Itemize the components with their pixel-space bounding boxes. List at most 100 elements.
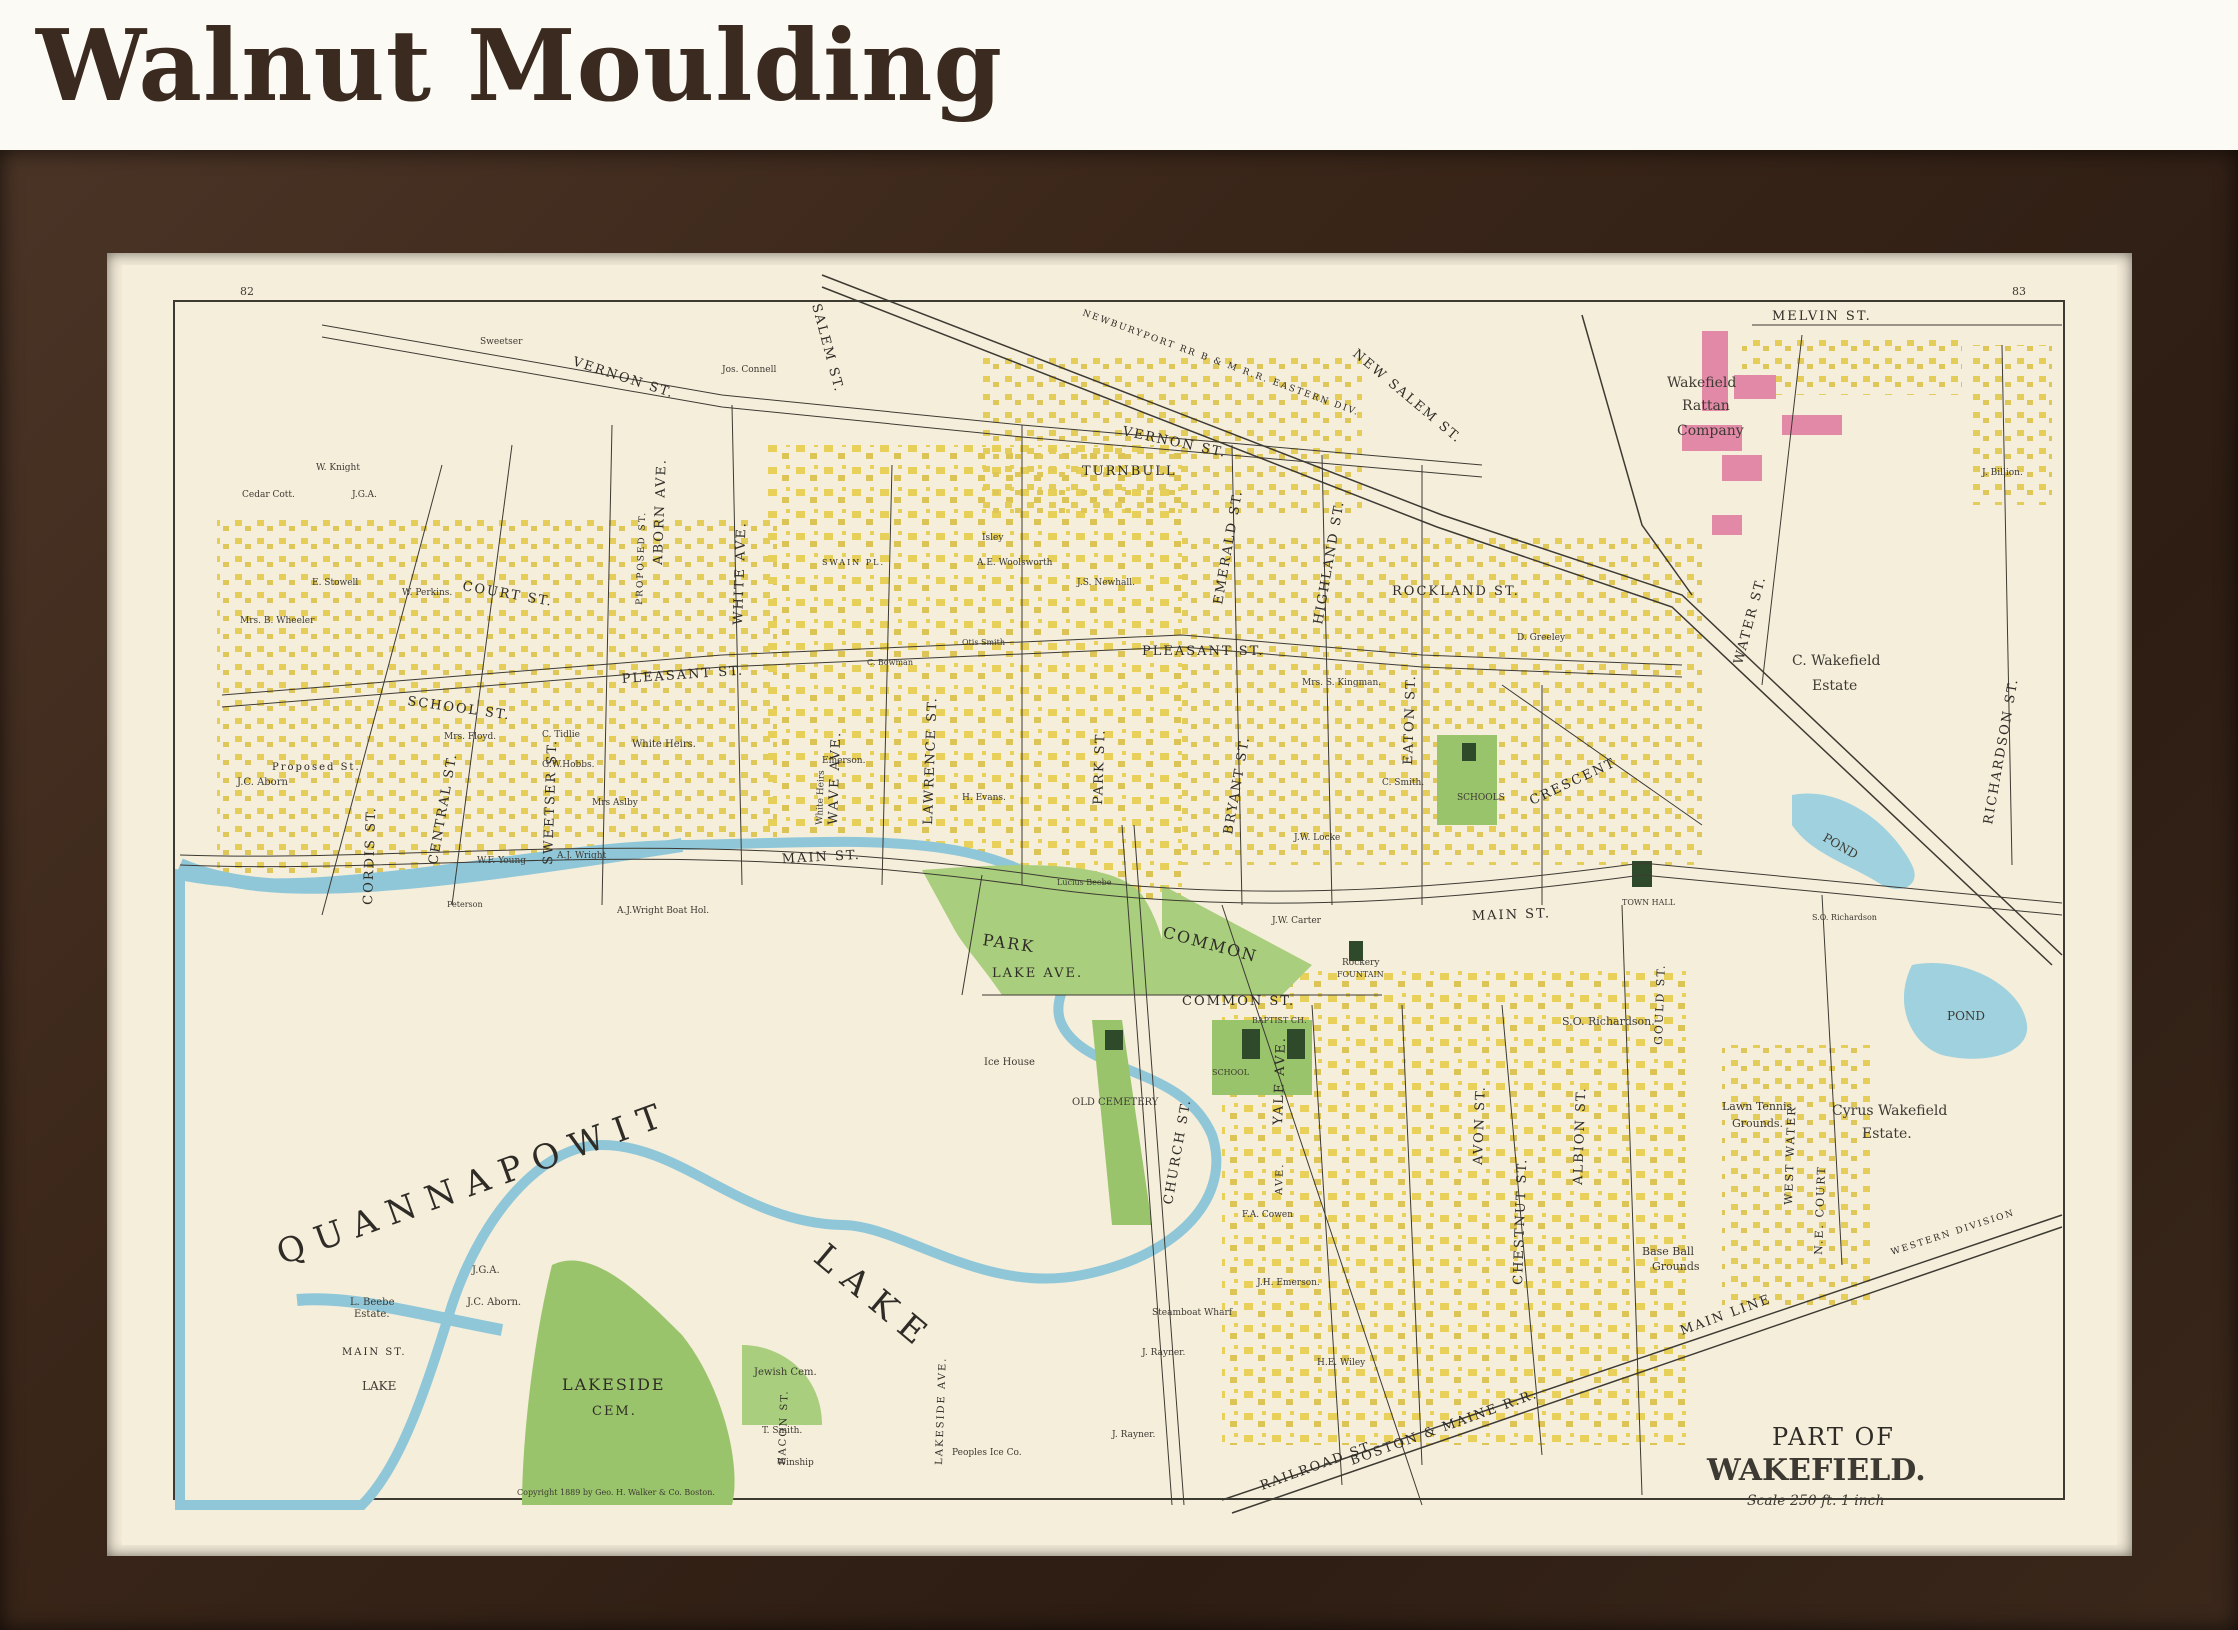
lake-label-2: LAKE bbox=[806, 1236, 943, 1360]
f-a-cowen-label: F.A. Cowen bbox=[1242, 1210, 1293, 1220]
ave-label: AVE. bbox=[1274, 1162, 1286, 1196]
c-bowman-label: C. Bowman bbox=[867, 658, 913, 667]
white-heirs2-label: White Heirs bbox=[815, 770, 827, 825]
melvin-st-label: MELVIN ST. bbox=[1772, 309, 1872, 324]
j-w-locke-label: J.W. Locke bbox=[1293, 833, 1340, 843]
a-j-wright-label: A.J. Wright bbox=[556, 851, 607, 861]
jc-aborn2-label: J.C. Aborn. bbox=[466, 1297, 521, 1308]
sweetser-owner-label: Sweetser bbox=[480, 337, 523, 347]
c-smith-label: C. Smith. bbox=[1382, 778, 1424, 788]
cyrus-wakefield-label: Cyrus Wakefield bbox=[1832, 1103, 1947, 1119]
pleasant-st-east-label: PLEASANT ST. bbox=[1142, 644, 1265, 659]
l-beebe-label: L. Beebe bbox=[350, 1297, 395, 1308]
page-header: Walnut Moulding bbox=[0, 0, 2238, 150]
white-heirs-label: White Heirs. bbox=[632, 739, 696, 750]
map-mat: 82 83 QUANNAPOWIT LAKE POND POND LAKE PA… bbox=[107, 253, 2132, 1556]
cedar-cott-label: Cedar Cott. bbox=[242, 490, 295, 500]
proposed-st-label: Proposed St. bbox=[272, 762, 361, 773]
j-s-newhall-label: J.S. Newhall. bbox=[1076, 578, 1135, 588]
wakefield-map: 82 83 QUANNAPOWIT LAKE POND POND LAKE PA… bbox=[173, 274, 2065, 1514]
j-billion-label: J. Billion. bbox=[1981, 468, 2023, 478]
water-st-label: WATER ST. bbox=[1731, 574, 1769, 666]
ice-house-label: Ice House bbox=[984, 1057, 1035, 1068]
j-rayner2-label: J. Rayner. bbox=[1111, 1430, 1156, 1440]
peoples-ice-label: Peoples Ice Co. bbox=[952, 1448, 1022, 1458]
page-number-left: 82 bbox=[240, 285, 254, 298]
s-o-richardson-label: S.O. Richardson bbox=[1812, 913, 1877, 922]
lake-ave-label: LAKE AVE. bbox=[992, 966, 1083, 981]
estate2-label: Estate. bbox=[1862, 1126, 1912, 1142]
jos-connell-label: Jos. Connell bbox=[721, 365, 776, 375]
town-hall-label: TOWN HALL bbox=[1622, 898, 1676, 907]
emerson-label: Emerson. bbox=[822, 756, 866, 766]
lower-pond-label: POND bbox=[1947, 1009, 1985, 1023]
common-st-label: COMMON ST. bbox=[1182, 994, 1295, 1009]
rattan-label: Rattan bbox=[1682, 398, 1730, 414]
mrs-aslby-label: Mrs Aslby bbox=[592, 798, 639, 808]
t-smith-label: T. Smith. bbox=[762, 1426, 802, 1436]
mrs-s-kingman-label: Mrs. S. Kingman. bbox=[1302, 678, 1381, 688]
rockery-label: Rockery bbox=[1342, 958, 1380, 968]
small-lake-label: LAKE bbox=[362, 1379, 396, 1393]
jga2-label: J.G.A. bbox=[471, 1265, 500, 1276]
w-f-young-label: W.F. Young bbox=[477, 856, 526, 866]
winship-label: Winship bbox=[777, 1458, 814, 1468]
peterson-label: Peterson bbox=[447, 900, 483, 909]
boat-house-label: A.J.Wright Boat Hol. bbox=[616, 906, 709, 916]
western-div-label: WESTERN DIVISION bbox=[1890, 1208, 2017, 1258]
mrs-floyd-label: Mrs. Floyd. bbox=[444, 732, 496, 742]
map-print: 82 83 QUANNAPOWIT LAKE POND POND LAKE PA… bbox=[122, 265, 2117, 1545]
lakeside-ave-label: LAKESIDE AVE. bbox=[934, 1356, 949, 1465]
j-rayner-label: J. Rayner. bbox=[1141, 1348, 1186, 1358]
cemetery-label: LAKESIDE bbox=[562, 1375, 666, 1394]
avon-st-label: AVON ST. bbox=[1471, 1085, 1489, 1166]
old-cemetery-label: OLD CEMETERY bbox=[1072, 1097, 1159, 1108]
g-w-hobbs-label: G.W.Hobbs. bbox=[542, 760, 595, 770]
scale-label: Scale 250 ft. 1 inch bbox=[1747, 1493, 1885, 1509]
company-label: Company bbox=[1677, 423, 1744, 439]
estate-label: Estate bbox=[1812, 678, 1857, 694]
l-beebe-estate-label: Estate. bbox=[354, 1309, 390, 1320]
otis-smith-label: Otis Smith bbox=[962, 638, 1005, 647]
eaton-st-label: EATON ST. bbox=[1401, 674, 1419, 765]
page-number-right: 83 bbox=[2012, 285, 2026, 298]
main-st-east-label: MAIN ST. bbox=[1472, 906, 1552, 924]
new-salem-st-label: NEW SALEM ST. bbox=[1349, 347, 1464, 447]
vernon-st-label: VERNON ST. bbox=[570, 354, 676, 401]
lucius-beebe-label: Lucius Beebe bbox=[1057, 878, 1112, 887]
cemetery-label-2: CEM. bbox=[592, 1404, 637, 1419]
jewish-cem-label: Jewish Cem. bbox=[753, 1367, 817, 1378]
c-tidlie-label: C. Tidlie bbox=[542, 730, 580, 740]
title-part-of: PART OF bbox=[1772, 1423, 1895, 1451]
upper-pond bbox=[1792, 793, 1915, 889]
lawn-tennis-label: Lawn Tennis bbox=[1722, 1100, 1793, 1113]
isley-label: Isley bbox=[982, 533, 1004, 543]
fountain-label: FOUNTAIN bbox=[1337, 970, 1384, 979]
a-e-woolsworth-label: A.E. Woolsworth bbox=[976, 558, 1053, 568]
j-w-carter-label: J.W. Carter bbox=[1271, 916, 1322, 926]
wakefield-rattan-label: Wakefield bbox=[1667, 375, 1736, 391]
schools-label: SCHOOLS bbox=[1457, 793, 1505, 803]
yale-ave-label: YALE AVE. bbox=[1271, 1036, 1289, 1126]
swain-pl-label: SWAIN PL. bbox=[822, 558, 885, 567]
d-greeley-label: D. Greeley bbox=[1517, 633, 1566, 643]
base-ball-label: Base Ball bbox=[1642, 1245, 1694, 1258]
copyright-label: Copyright 1889 by Geo. H. Walker & Co. B… bbox=[517, 1488, 715, 1497]
jc-aborn-label: J.C. Aborn bbox=[236, 777, 288, 788]
turnbull-label: TURNBULL bbox=[1082, 464, 1177, 479]
mrs-b-wheeler-label: Mrs. B. Wheeler bbox=[240, 616, 315, 626]
salem-st-label: SALEM ST. bbox=[808, 302, 846, 394]
title-wakefield: WAKEFIELD. bbox=[1706, 1453, 1926, 1488]
so-richardson-label: S.O. Richardson. bbox=[1562, 1015, 1655, 1028]
lake-main-st-label: MAIN ST. bbox=[342, 1347, 407, 1358]
baptist-label: BAPTIST CH. bbox=[1252, 1016, 1307, 1025]
rockland-st-label: ROCKLAND ST. bbox=[1392, 584, 1520, 599]
jga-label: J.G.A. bbox=[351, 490, 377, 500]
park-st-label: PARK ST. bbox=[1091, 728, 1109, 805]
grounds-label: Grounds. bbox=[1732, 1117, 1783, 1130]
e-stowell-label: E. Stowell bbox=[312, 578, 358, 588]
grounds2-label: Grounds bbox=[1652, 1260, 1700, 1273]
j-h-emerson-label: J.H. Emerson. bbox=[1256, 1278, 1320, 1288]
h-e-wiley-label: H.E. Wiley bbox=[1317, 1358, 1366, 1368]
w-perkins-label: W. Perkins. bbox=[402, 588, 452, 598]
